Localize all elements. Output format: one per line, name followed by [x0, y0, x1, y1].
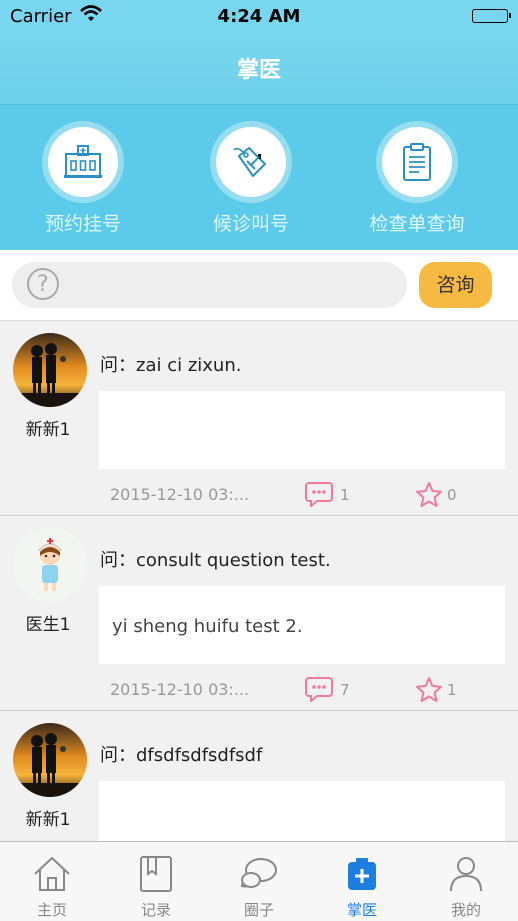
- page-title: 掌医: [236, 58, 281, 83]
- question-feed[interactable]: 新新1 问：zai ci zixun. 2015-12-10 03:... 1 …: [0, 321, 518, 841]
- battery-icon: [472, 9, 511, 23]
- tab-profile[interactable]: 我的: [414, 842, 518, 921]
- appointment-label: 预约挂号: [44, 213, 121, 235]
- answer-box: [99, 391, 505, 469]
- question-card[interactable]: 新新1 问：zai ci zixun. 2015-12-10 03:... 1 …: [0, 321, 518, 516]
- tab-records[interactable]: 记录: [104, 842, 208, 921]
- home-icon: [32, 854, 72, 894]
- status-bar: Carrier 4:24 AM: [0, 0, 518, 34]
- comment-count: 7: [340, 681, 350, 699]
- star-icon[interactable]: [415, 481, 443, 513]
- nav-bar: 掌医: [0, 34, 518, 105]
- consult-input[interactable]: ?: [12, 262, 407, 308]
- sunset-couple-avatar[interactable]: [13, 723, 87, 797]
- queue-call-button[interactable]: 候诊叫号: [176, 127, 326, 236]
- tab-label: 我的: [450, 901, 481, 919]
- tab-label: 记录: [140, 901, 171, 919]
- favorite-count: 0: [447, 486, 457, 504]
- quick-actions: 预约挂号 候诊叫号 检查单查询: [0, 105, 518, 250]
- answer-box: [99, 781, 505, 841]
- answer-box: yi sheng huifu test 2.: [99, 586, 505, 664]
- question-text: 问：consult question test.: [100, 550, 331, 571]
- user-name: 新新1: [25, 810, 71, 830]
- hospital-building-icon: [48, 127, 118, 197]
- clipboard-icon: [382, 127, 452, 197]
- clock: 4:24 AM: [217, 6, 301, 27]
- question-text: 问：zai ci zixun.: [100, 355, 242, 376]
- consult-button[interactable]: 咨询: [419, 262, 492, 308]
- favorite-count: 1: [447, 681, 457, 699]
- tab-home[interactable]: 主页: [0, 842, 104, 921]
- queue-call-label: 候诊叫号: [212, 213, 289, 235]
- question-card[interactable]: 新新1 问：dfsdfsdfsdfsdf: [0, 711, 518, 841]
- star-icon[interactable]: [415, 676, 443, 708]
- person-icon: [446, 854, 486, 894]
- tab-bar: 主页 记录 圈子 掌医 我的: [0, 841, 518, 921]
- tab-circle[interactable]: 圈子: [207, 842, 311, 921]
- medical-tag-icon: [216, 127, 286, 197]
- comment-icon[interactable]: [305, 481, 333, 511]
- post-date: 2015-12-10 03:...: [110, 680, 250, 699]
- appointment-button[interactable]: 预约挂号: [8, 127, 158, 236]
- user-name: 新新1: [25, 420, 71, 440]
- nurse-avatar[interactable]: [13, 528, 87, 602]
- report-query-button[interactable]: 检查单查询: [342, 127, 492, 236]
- comment-icon[interactable]: [305, 676, 333, 706]
- chat-bubbles-icon: [239, 854, 279, 894]
- question-card[interactable]: 医生1 问：consult question test. yi sheng hu…: [0, 516, 518, 711]
- consult-bar: ? 咨询: [0, 250, 518, 321]
- sunset-couple-avatar[interactable]: [13, 333, 87, 407]
- tab-label: 掌医: [346, 901, 377, 919]
- book-icon: [136, 854, 176, 894]
- tab-zhangyi[interactable]: 掌医: [310, 842, 414, 921]
- report-query-label: 检查单查询: [369, 213, 465, 235]
- medical-kit-icon: [342, 854, 382, 894]
- question-icon: ?: [27, 268, 59, 300]
- user-name: 医生1: [25, 615, 71, 635]
- question-text: 问：dfsdfsdfsdfsdf: [100, 745, 263, 766]
- comment-count: 1: [340, 486, 350, 504]
- tab-label: 圈子: [243, 901, 274, 919]
- tab-label: 主页: [36, 901, 67, 919]
- post-date: 2015-12-10 03:...: [110, 485, 250, 504]
